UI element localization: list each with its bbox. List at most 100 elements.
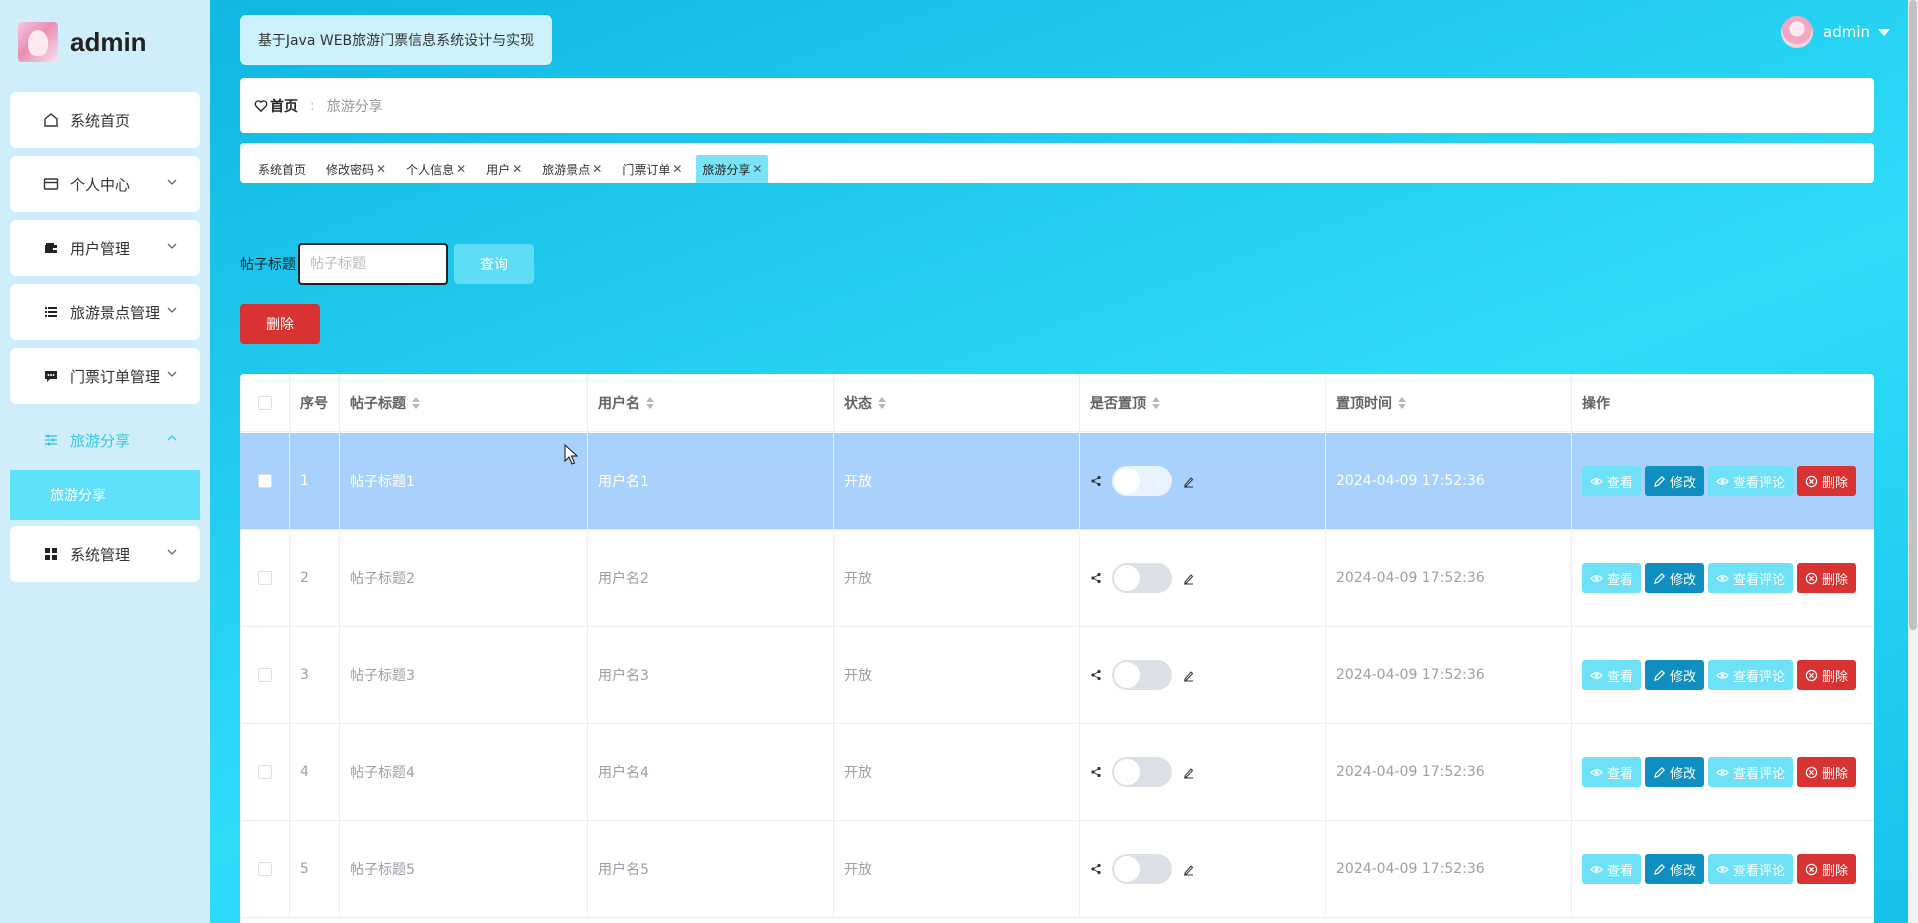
search-button[interactable]: 查询 bbox=[454, 244, 534, 284]
edit-button[interactable]: 修改 bbox=[1645, 466, 1705, 496]
header-pinned-time[interactable]: 置顶时间 bbox=[1326, 374, 1572, 431]
user-avatar bbox=[1781, 16, 1813, 48]
eye-icon bbox=[1716, 768, 1729, 776]
tab-profile[interactable]: 个人信息 ✕ bbox=[400, 155, 472, 183]
delete-button[interactable]: 删除 bbox=[1797, 757, 1857, 787]
row-select bbox=[240, 724, 290, 820]
pinned-toggle[interactable] bbox=[1112, 757, 1172, 787]
view-comments-button[interactable]: 查看评论 bbox=[1708, 563, 1794, 593]
sort-icon[interactable] bbox=[412, 396, 420, 409]
row-checkbox[interactable] bbox=[257, 474, 272, 488]
row-index-value: 5 bbox=[300, 861, 309, 877]
table-row[interactable]: 4 帖子标题4 用户名4 开放 2024-04-09 17:52:36 查看 修… bbox=[240, 724, 1874, 821]
select-all-checkbox[interactable] bbox=[257, 395, 272, 410]
column-label: 帖子标题 bbox=[350, 395, 406, 412]
header-title[interactable]: 帖子标题 bbox=[340, 374, 588, 431]
row-user-value: 用户名3 bbox=[598, 668, 649, 684]
sidebar-item-system[interactable]: 系统管理 bbox=[10, 526, 200, 582]
submenu-item-sharing[interactable]: 旅游分享 bbox=[10, 470, 200, 520]
close-icon[interactable]: ✕ bbox=[752, 162, 762, 176]
pinned-toggle[interactable] bbox=[1112, 466, 1172, 496]
header-pinned[interactable]: 是否置顶 bbox=[1080, 374, 1326, 431]
edit-button[interactable]: 修改 bbox=[1645, 854, 1705, 884]
table-row[interactable]: 1 帖子标题1 用户名1 开放 2024-04-09 17:52:36 查看 修… bbox=[240, 433, 1874, 530]
sort-icon[interactable] bbox=[878, 396, 886, 409]
tab-home[interactable]: 系统首页 bbox=[252, 155, 312, 183]
edit-button[interactable]: 修改 bbox=[1645, 563, 1705, 593]
scrollbar-thumb[interactable] bbox=[1909, 0, 1917, 630]
view-label: 查看 bbox=[1607, 766, 1634, 782]
tab-label: 系统首页 bbox=[258, 162, 307, 177]
row-actions: 查看 修改 查看评论 删除 bbox=[1572, 627, 1874, 723]
pinned-toggle[interactable] bbox=[1112, 563, 1172, 593]
search-input[interactable] bbox=[298, 243, 448, 285]
view-button[interactable]: 查看 bbox=[1582, 466, 1642, 496]
tab-orders[interactable]: 门票订单 ✕ bbox=[616, 155, 688, 183]
row-checkbox[interactable] bbox=[257, 571, 272, 585]
row-select bbox=[240, 433, 290, 529]
close-icon[interactable]: ✕ bbox=[376, 162, 386, 176]
home-icon bbox=[42, 111, 60, 129]
view-comments-button[interactable]: 查看评论 bbox=[1708, 757, 1794, 787]
header-status[interactable]: 状态 bbox=[834, 374, 1080, 431]
view-comments-button[interactable]: 查看评论 bbox=[1708, 854, 1794, 884]
view-button[interactable]: 查看 bbox=[1582, 660, 1642, 690]
view-button[interactable]: 查看 bbox=[1582, 563, 1642, 593]
close-icon[interactable]: ✕ bbox=[512, 162, 522, 176]
pencil-icon bbox=[1653, 475, 1666, 487]
delete-button[interactable]: 删除 bbox=[1797, 466, 1857, 496]
sidebar-item-profile[interactable]: 个人中心 bbox=[10, 156, 200, 212]
row-checkbox[interactable] bbox=[257, 862, 272, 876]
pencil-icon bbox=[1653, 766, 1666, 778]
row-checkbox[interactable] bbox=[257, 765, 272, 779]
sidebar-item-orders[interactable]: 门票订单管理 bbox=[10, 348, 200, 404]
brand-avatar bbox=[18, 22, 58, 62]
row-checkbox[interactable] bbox=[257, 668, 272, 682]
edit-button[interactable]: 修改 bbox=[1645, 757, 1705, 787]
view-label: 查看 bbox=[1607, 475, 1634, 491]
view-button[interactable]: 查看 bbox=[1582, 757, 1642, 787]
header-actions: 操作 bbox=[1572, 374, 1874, 431]
delete-button[interactable]: 删除 bbox=[1797, 563, 1857, 593]
sort-icon[interactable] bbox=[646, 396, 654, 409]
view-button[interactable]: 查看 bbox=[1582, 854, 1642, 884]
sidebar-item-sharing[interactable]: 旅游分享 bbox=[10, 412, 200, 468]
page-scrollbar[interactable] bbox=[1908, 0, 1918, 923]
close-icon[interactable]: ✕ bbox=[456, 162, 466, 176]
delete-button[interactable]: 删除 bbox=[1797, 854, 1857, 884]
breadcrumb-home[interactable]: 首页 bbox=[254, 96, 298, 116]
view-comments-button[interactable]: 查看评论 bbox=[1708, 660, 1794, 690]
table-row[interactable]: 2 帖子标题2 用户名2 开放 2024-04-09 17:52:36 查看 修… bbox=[240, 530, 1874, 627]
edit-button[interactable]: 修改 bbox=[1645, 660, 1705, 690]
view-comments-button[interactable]: 查看评论 bbox=[1708, 466, 1794, 496]
tab-attractions[interactable]: 旅游景点 ✕ bbox=[536, 155, 608, 183]
row-title-value: 帖子标题1 bbox=[350, 474, 415, 490]
table-row[interactable]: 3 帖子标题3 用户名3 开放 2024-04-09 17:52:36 查看 修… bbox=[240, 627, 1874, 724]
close-icon[interactable]: ✕ bbox=[672, 162, 682, 176]
delete-button[interactable]: 删除 bbox=[1797, 660, 1857, 690]
heart-icon bbox=[254, 99, 268, 112]
header-user[interactable]: 用户名 bbox=[588, 374, 834, 431]
user-menu[interactable]: admin bbox=[1781, 16, 1890, 48]
breadcrumb: 首页 : 旅游分享 bbox=[240, 78, 1874, 133]
pencil-icon bbox=[1653, 669, 1666, 681]
row-user-value: 用户名1 bbox=[598, 474, 649, 490]
table-row[interactable]: 5 帖子标题5 用户名5 开放 2024-04-09 17:52:36 查看 修… bbox=[240, 821, 1874, 918]
tab-sharing[interactable]: 旅游分享 ✕ bbox=[696, 155, 769, 183]
tab-change-password[interactable]: 修改密码 ✕ bbox=[320, 155, 392, 183]
pinned-toggle[interactable] bbox=[1112, 660, 1172, 690]
sidebar-item-home[interactable]: 系统首页 bbox=[10, 92, 200, 148]
main-content: 基于Java WEB旅游门票信息系统设计与实现 admin 首页 : 旅游分享 … bbox=[210, 0, 1910, 923]
column-label: 状态 bbox=[844, 395, 872, 412]
sort-icon[interactable] bbox=[1398, 396, 1406, 409]
tab-users[interactable]: 用户 ✕ bbox=[480, 155, 528, 183]
close-icon[interactable]: ✕ bbox=[592, 162, 602, 176]
view-comments-label: 查看评论 bbox=[1733, 572, 1786, 588]
view-comments-label: 查看评论 bbox=[1733, 766, 1786, 782]
batch-delete-button[interactable]: 删除 bbox=[240, 304, 320, 344]
sidebar-item-attractions[interactable]: 旅游景点管理 bbox=[10, 284, 200, 340]
share-icon bbox=[1091, 766, 1101, 778]
pinned-toggle[interactable] bbox=[1112, 854, 1172, 884]
sort-icon[interactable] bbox=[1152, 396, 1160, 409]
sidebar-item-users[interactable]: 用户管理 bbox=[10, 220, 200, 276]
